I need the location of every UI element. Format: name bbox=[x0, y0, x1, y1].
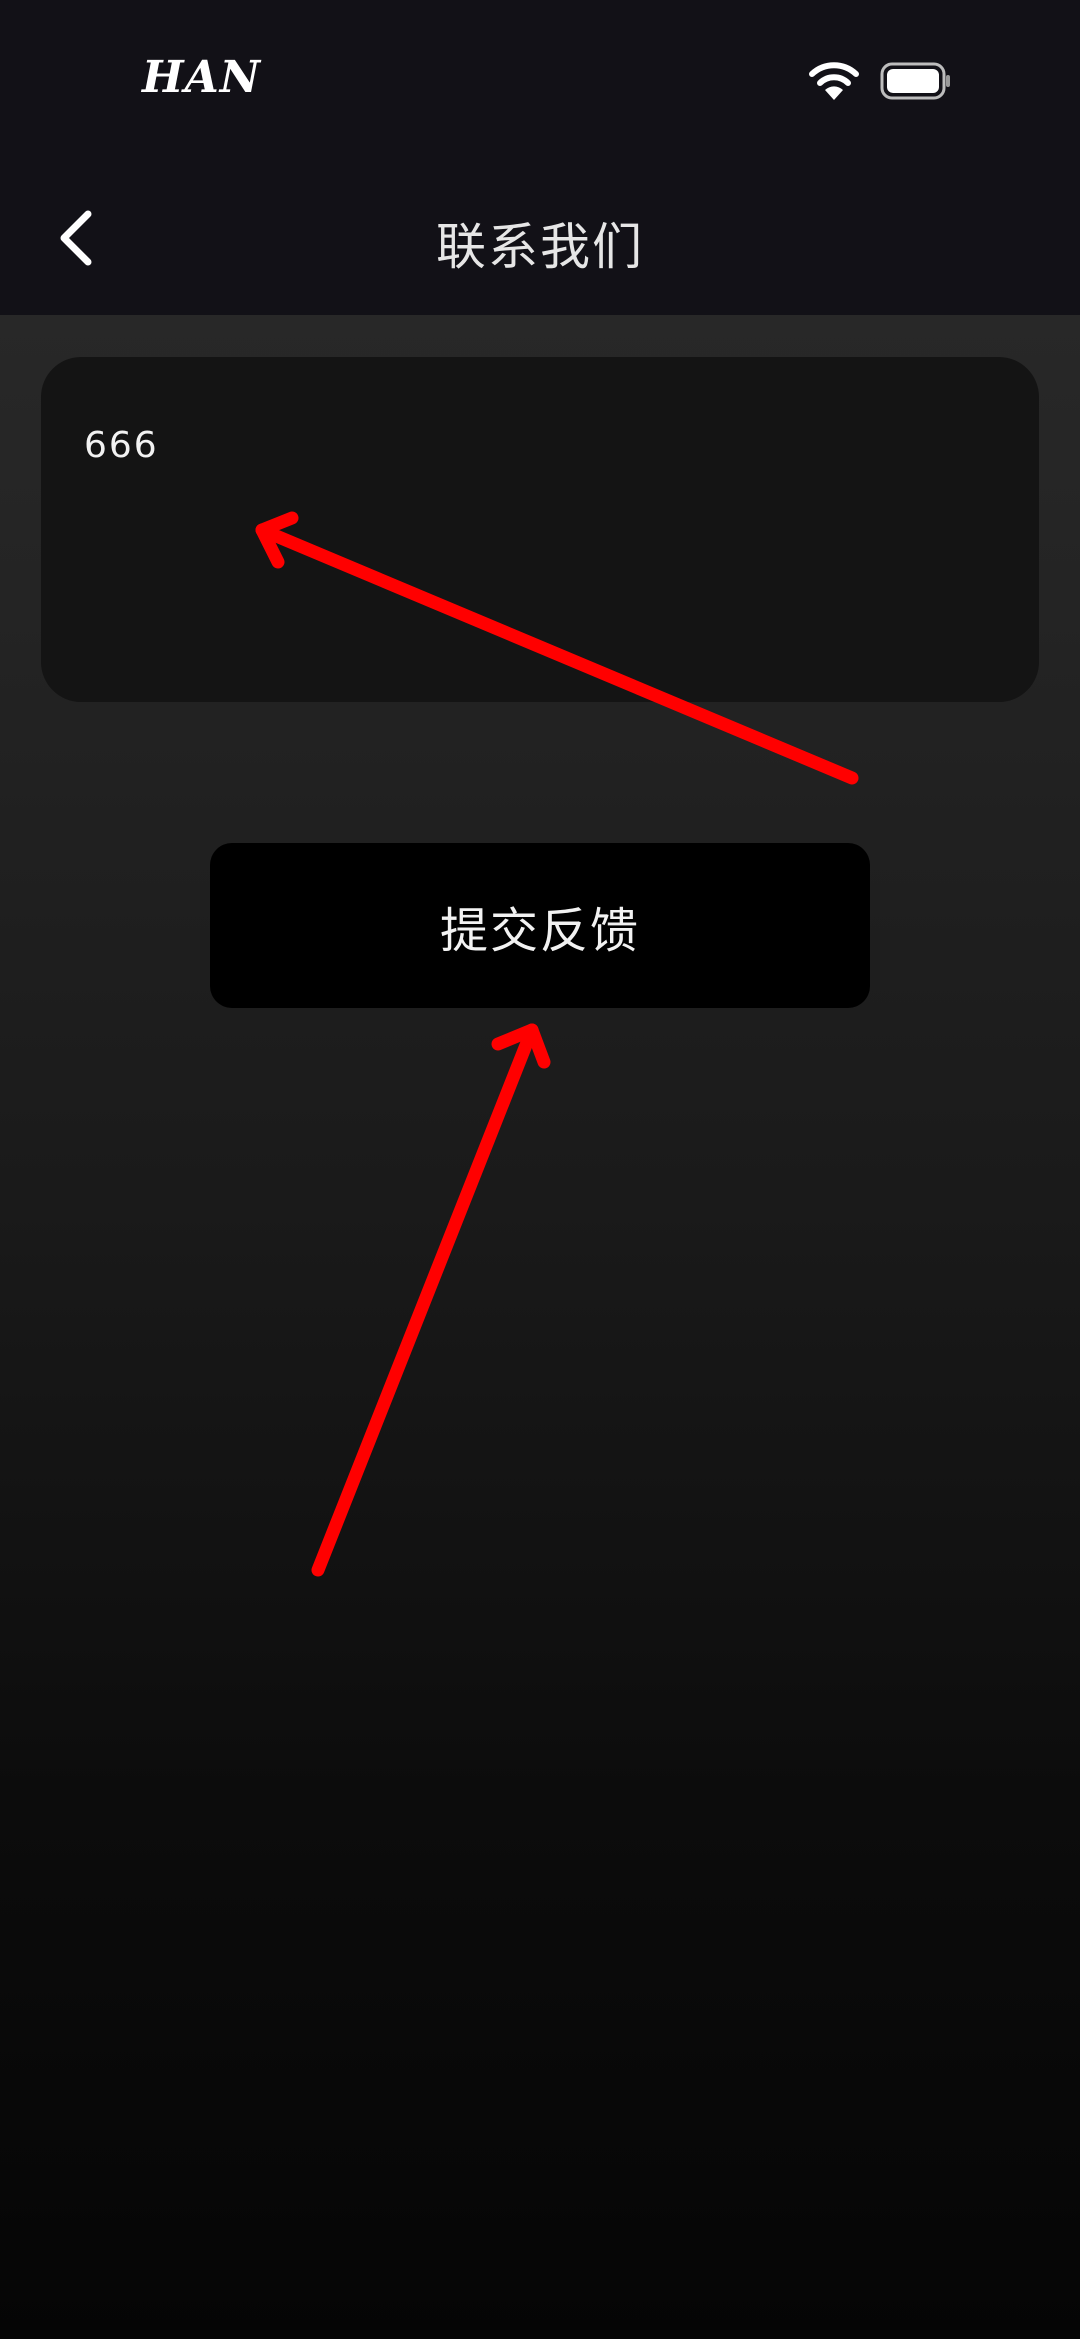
contact-us-screen: HAN 联系我们 666 提交反馈 bbox=[0, 0, 1080, 2339]
carrier-label: HAN bbox=[142, 52, 261, 103]
feedback-input[interactable]: 666 bbox=[41, 357, 1039, 702]
arrow-to-button-annotation bbox=[311, 1023, 551, 1577]
wifi-icon bbox=[809, 62, 859, 100]
top-bar: HAN 联系我们 bbox=[0, 0, 1080, 315]
annotation-arrows bbox=[255, 511, 859, 1577]
battery-icon bbox=[880, 62, 950, 100]
feedback-input-value: 666 bbox=[84, 425, 159, 466]
page-title: 联系我们 bbox=[436, 218, 644, 276]
submit-feedback-button[interactable]: 提交反馈 bbox=[210, 843, 870, 1008]
